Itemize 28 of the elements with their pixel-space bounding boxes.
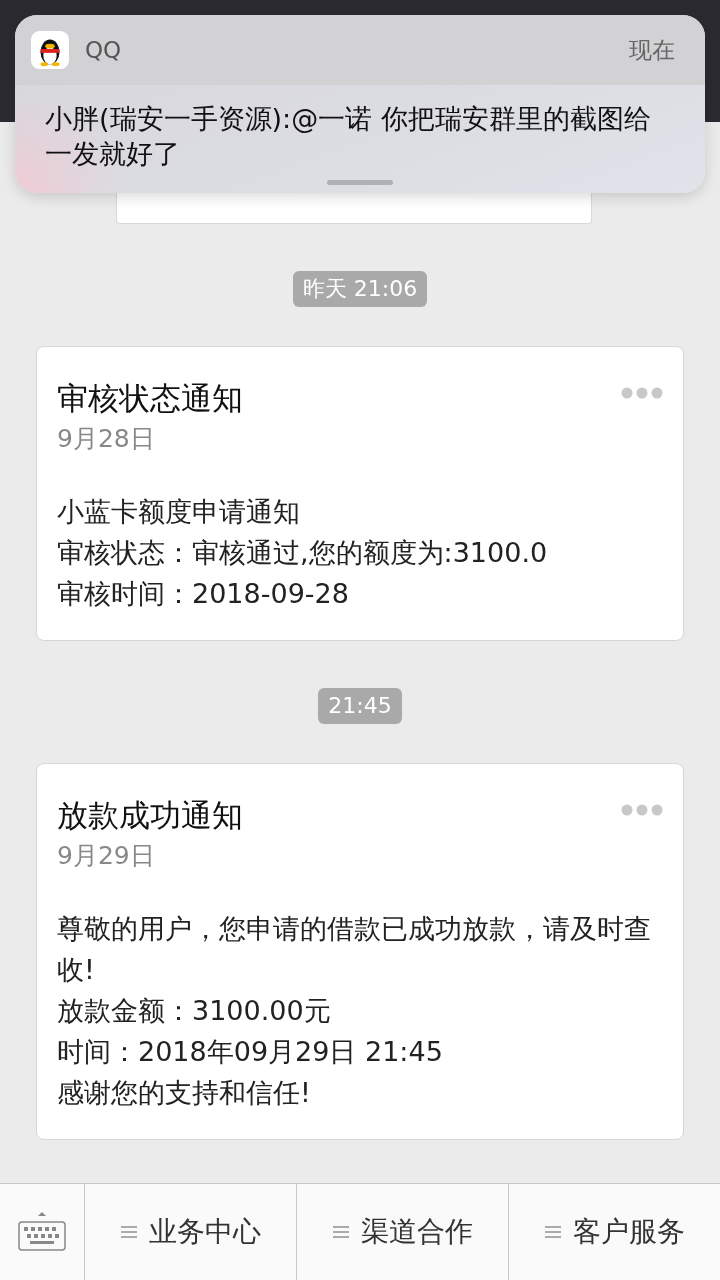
card-title: 审核状态通知 (57, 379, 244, 418)
notification-message: 小胖(瑞安一手资源):@一诺 你把瑞安群里的截图给一发就好了 (45, 102, 652, 171)
menu-button[interactable]: 客户服务 (509, 1184, 720, 1280)
menu-icon (120, 1225, 137, 1239)
card-text: 放款金额：3100.00元 (57, 994, 332, 1028)
keyboard-icon (15, 1210, 69, 1254)
grabber-handle[interactable] (327, 180, 393, 185)
menu-icon (544, 1225, 561, 1239)
card-title: 放款成功通知 (57, 796, 244, 835)
more-icon[interactable] (621, 804, 663, 816)
notification-banner[interactable]: QQ 现在 小胖(瑞安一手资源):@一诺 你把瑞安群里的截图给一发就好了 (15, 15, 705, 193)
more-icon[interactable] (621, 387, 663, 399)
card-text: 尊敬的用户，您申请的借款已成功放款，请及时查收! (57, 912, 652, 987)
card-text: 审核时间：2018-09-28 (57, 577, 350, 611)
notification-time: 现在 (629, 35, 675, 65)
menu-icon (332, 1225, 349, 1239)
penguin-icon (31, 31, 69, 69)
card-text: 审核状态：审核通过,您的额度为:3100.0 (57, 536, 549, 570)
card-date: 9月29日 (57, 840, 156, 872)
menu-button[interactable]: 业务中心 (85, 1184, 297, 1280)
timestamp: 21:45 (318, 688, 402, 724)
app-name: QQ (85, 37, 122, 63)
card-text: 时间：2018年09月29日 21:45 (57, 1035, 444, 1069)
card-text: 小蓝卡额度申请通知 (57, 495, 301, 529)
timestamp: 昨天 21:06 (292, 271, 428, 307)
menu-button[interactable]: 渠道合作 (297, 1184, 509, 1280)
card-date: 9月28日 (57, 423, 156, 455)
card-text: 感谢您的支持和信任! (57, 1076, 312, 1110)
